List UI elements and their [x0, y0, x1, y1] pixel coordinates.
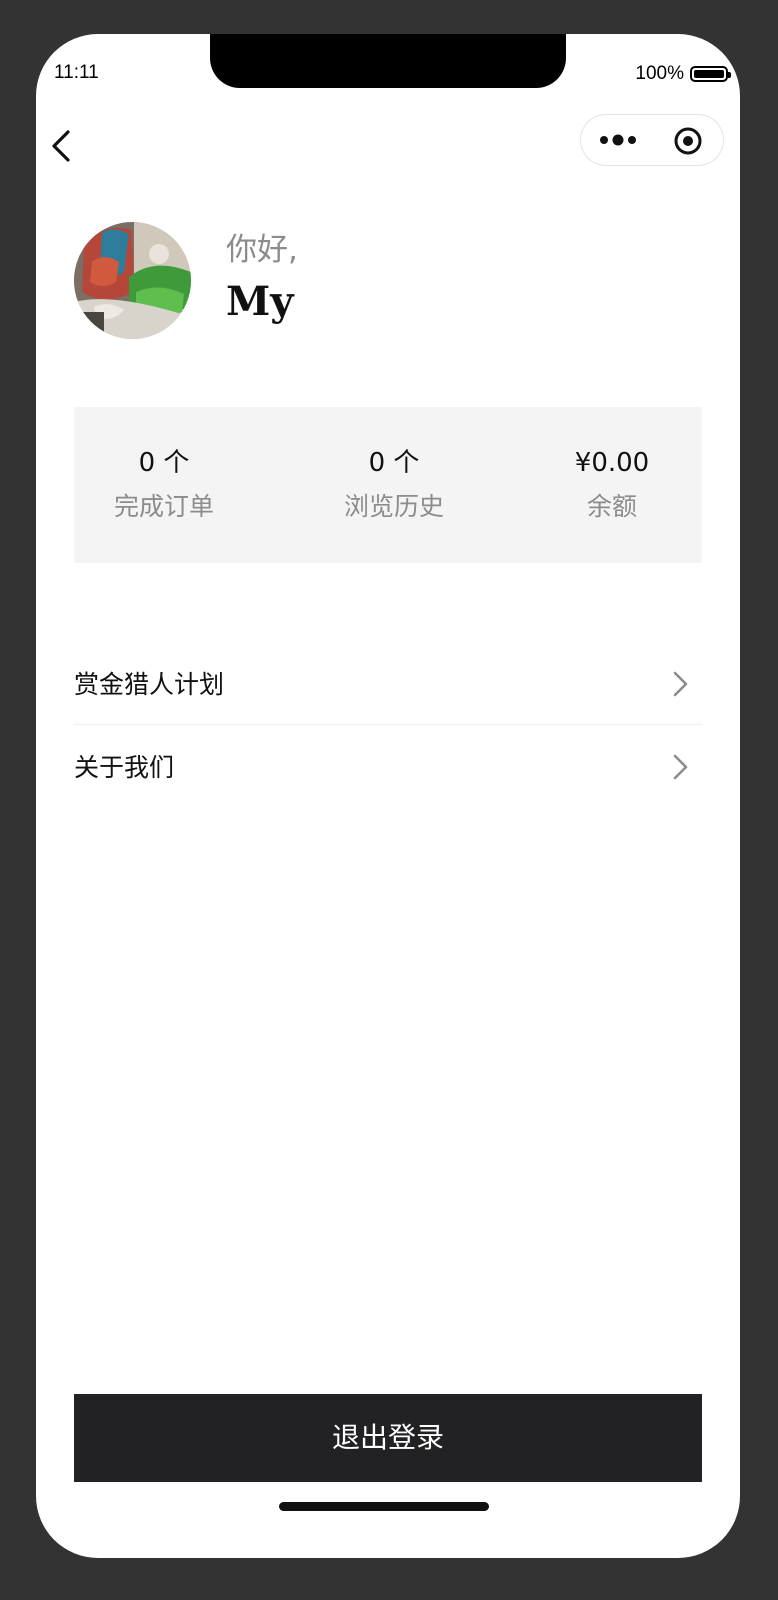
chevron-left-icon: [52, 130, 70, 162]
menu-item-label: 关于我们: [74, 753, 175, 782]
stat-value: ¥0.00: [574, 448, 650, 478]
stat-value: 0 个: [368, 448, 420, 478]
more-button[interactable]: [599, 130, 639, 150]
stat-completed-orders[interactable]: 0 个 完成订单: [64, 445, 264, 525]
logout-button[interactable]: 退出登录: [74, 1394, 702, 1482]
close-mini-program-button[interactable]: [673, 126, 703, 156]
avatar-photo: [74, 222, 191, 339]
stat-label: 浏览历史: [343, 492, 444, 521]
target-icon: [674, 127, 702, 155]
menu-item-label: 赏金猎人计划: [74, 670, 225, 699]
status-time: 11:11: [54, 62, 99, 83]
stat-label: 余额: [586, 492, 637, 521]
mini-program-capsule: [580, 114, 724, 166]
notch: [210, 34, 566, 88]
battery-percentage: 100%: [635, 63, 684, 84]
stat-balance[interactable]: ¥0.00 余额: [512, 445, 712, 525]
stats-panel: 0 个 完成订单 0 个 浏览历史 ¥0.00 余额: [74, 407, 702, 563]
greeting-text: 你好,: [226, 232, 298, 268]
chevron-right-icon: [673, 754, 688, 780]
battery-icon: [690, 66, 731, 82]
menu-item-about-us[interactable]: 关于我们: [74, 724, 702, 807]
phone-screen: 11:11 100% 你好, My 0 个 完成订单 0 个 浏览历史 ¥0.0…: [36, 34, 740, 1558]
chevron-right-icon: [673, 671, 688, 697]
stat-value: 0 个: [138, 448, 190, 478]
more-dots-icon: [600, 134, 636, 146]
username: My: [226, 278, 294, 325]
menu-item-bounty-hunter[interactable]: 赏金猎人计划: [74, 642, 702, 724]
stat-browse-history[interactable]: 0 个 浏览历史: [294, 445, 494, 525]
avatar[interactable]: [74, 222, 191, 339]
status-right: 100%: [635, 63, 731, 85]
menu-list: 赏金猎人计划 关于我们: [74, 642, 702, 807]
home-indicator: [279, 1502, 489, 1511]
back-button[interactable]: [48, 128, 78, 164]
stat-label: 完成订单: [113, 492, 214, 521]
